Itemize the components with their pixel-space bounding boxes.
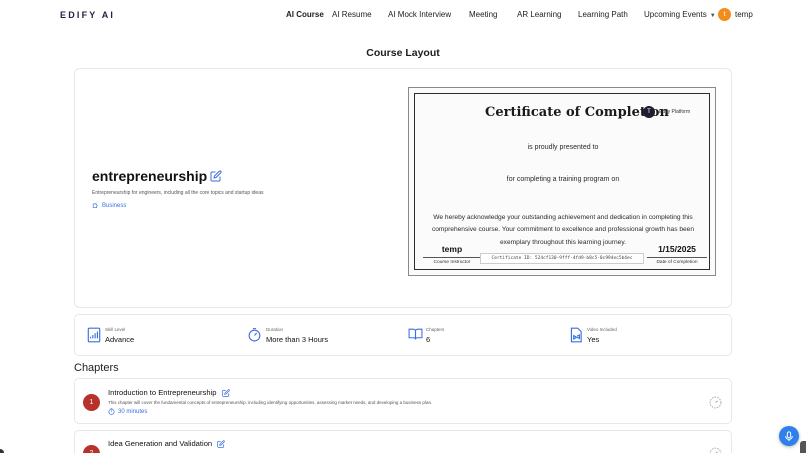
- certificate-signature: temp Course Instructor: [423, 244, 481, 265]
- microphone-icon: [785, 430, 793, 441]
- edit-icon[interactable]: [217, 439, 225, 448]
- edit-icon[interactable]: [210, 170, 222, 182]
- nav-ar-learning[interactable]: AR Learning: [517, 10, 561, 19]
- book-icon: [408, 328, 423, 340]
- stat-label: Duration: [266, 327, 284, 332]
- chapters-heading: Chapters: [74, 362, 119, 374]
- chapter-number: 1: [83, 394, 100, 411]
- nav-ai-course[interactable]: AI Course: [286, 10, 324, 19]
- stat-label: Chapters: [426, 327, 445, 332]
- course-info-card: entrepreneurship Entrepreneurship for en…: [74, 68, 732, 308]
- nav-ai-resume[interactable]: AI Resume: [332, 10, 372, 19]
- chapter-duration-text: 30 minutes: [118, 408, 148, 415]
- nav-upcoming-events[interactable]: Upcoming Events ▼: [644, 10, 716, 19]
- course-name: entrepreneurship: [92, 168, 222, 184]
- chapter-description: This chapter will cover the fundamental …: [108, 400, 433, 405]
- chapter-title-text: Idea Generation and Validation: [108, 439, 213, 448]
- certificate: Certificate of Completion T Edify Platfo…: [408, 87, 716, 276]
- chapter-duration: 30 minutes: [108, 408, 147, 415]
- signer-role: Course Instructor: [423, 257, 481, 265]
- chapter-number: 2: [83, 445, 100, 453]
- certificate-org: Edify Platform: [659, 109, 691, 115]
- nav-upcoming-events-label: Upcoming Events: [644, 10, 707, 19]
- nav-ai-mock-interview[interactable]: AI Mock Interview: [388, 10, 451, 19]
- stopwatch-icon: [248, 328, 261, 342]
- avatar[interactable]: t: [718, 8, 731, 21]
- stat-label: Video Included: [587, 327, 617, 332]
- loading-spinner-icon: [709, 447, 722, 453]
- stat-label: Skill Level: [105, 327, 126, 332]
- certificate-border: Certificate of Completion T Edify Platfo…: [414, 93, 710, 270]
- brand-logo[interactable]: EDIFY AI: [60, 10, 115, 20]
- puzzle-icon: [92, 203, 98, 208]
- chapter-title: Idea Generation and Validation: [108, 439, 225, 448]
- chapter-title-text: Introduction to Entrepreneurship: [108, 388, 217, 397]
- voice-assistant-button[interactable]: [779, 426, 799, 446]
- clock-icon: [108, 408, 115, 415]
- certificate-for-text: for completing a training program on: [506, 176, 620, 183]
- nav-meeting[interactable]: Meeting: [469, 10, 497, 19]
- course-name-text: entrepreneurship: [92, 168, 208, 184]
- stat-value: More than 3 Hours: [266, 335, 329, 344]
- skill-level-icon: [87, 327, 101, 343]
- chapter-title: Introduction to Entrepreneurship: [108, 388, 230, 397]
- page-title: Course Layout: [366, 47, 440, 59]
- nav-learning-path[interactable]: Learning Path: [578, 10, 628, 19]
- edit-icon[interactable]: [221, 388, 230, 397]
- completion-date: 1/15/2025: [658, 244, 696, 254]
- top-navigation: EDIFY AI AI Course AI Resume AI Mock Int…: [0, 0, 806, 30]
- certificate-logo: T: [643, 106, 655, 118]
- certificate-presented: is proudly presented to: [527, 144, 599, 151]
- chevron-down-icon: ▼: [709, 13, 716, 19]
- stat-value: Yes: [587, 335, 600, 344]
- chapter-card[interactable]: 2 Idea Generation and Validation: [74, 430, 732, 453]
- stat-value: Advance: [105, 335, 135, 344]
- course-stats: Skill Level Advance Duration More than 3…: [74, 314, 732, 356]
- username[interactable]: temp: [735, 10, 753, 19]
- side-panel-tab[interactable]: [800, 441, 806, 453]
- signer-name: temp: [441, 244, 463, 254]
- course-description: Entrepreneurship for engineers, includin…: [92, 190, 264, 196]
- stat-value: 6: [426, 335, 431, 344]
- corner-widget: [0, 449, 4, 453]
- completion-date-label: Date of Completion: [647, 257, 707, 265]
- course-category: Business: [92, 202, 126, 209]
- certificate-date: 1/15/2025 Date of Completion: [647, 244, 707, 265]
- certificate-title: Certificate of Completion: [485, 105, 669, 120]
- loading-spinner-icon: [709, 396, 722, 409]
- video-icon: [570, 327, 582, 343]
- chapter-card[interactable]: 1 Introduction to Entrepreneurship This …: [74, 378, 732, 424]
- certificate-id: Certificate ID: 524cf130-9fff-4fd9-b8c5-…: [480, 253, 644, 264]
- course-category-label: Business: [102, 202, 127, 209]
